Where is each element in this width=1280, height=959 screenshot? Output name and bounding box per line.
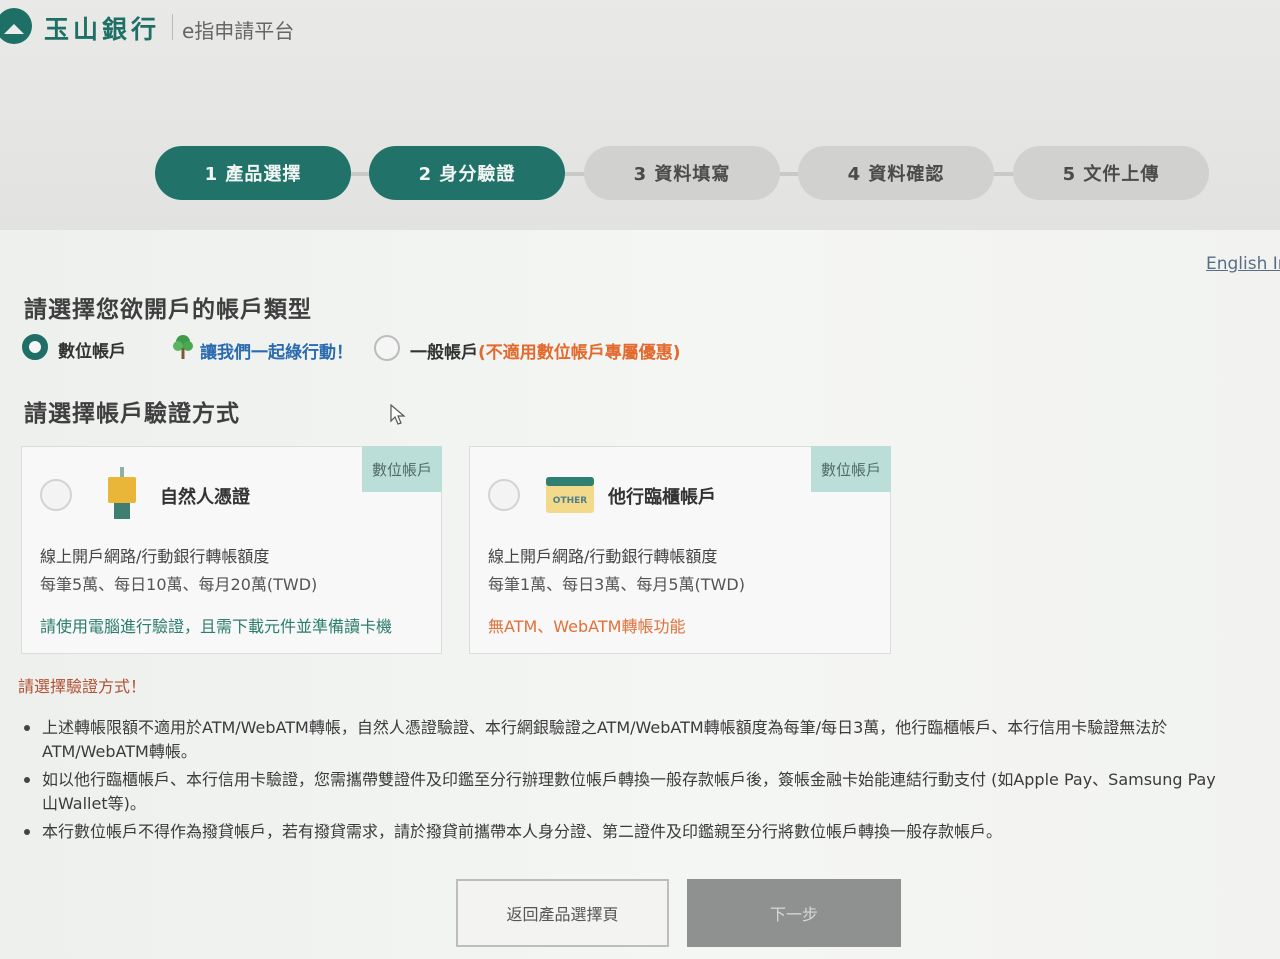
notes-list: 上述轉帳限額不適用於ATM/WebATM轉帳，自然人憑證驗證、本行網銀驗證之AT…	[20, 716, 1280, 848]
platform-title: e指申請平台	[182, 19, 295, 43]
back-to-products-button[interactable]: 返回產品選擇頁	[456, 879, 669, 947]
certificate-limit-amounts: 每筆5萬、每日10萬、每月20萬(TWD)	[40, 575, 318, 594]
step-5-upload: 5 文件上傳	[1013, 146, 1209, 200]
digital-account-radio[interactable]	[22, 334, 48, 360]
account-type-options: 數位帳戶 讓我們一起綠行動！ 一般帳戶(不適用數位帳戶專屬優惠)	[22, 334, 782, 364]
certificate-title: 自然人憑證	[160, 487, 250, 508]
green-slogan: 讓我們一起綠行動！	[200, 343, 353, 363]
other-bank-title: 他行臨櫃帳戶	[608, 487, 716, 508]
next-step-button[interactable]: 下一步	[687, 879, 901, 947]
page-header: 玉山銀行 e指申請平台 1 產品選擇 2 身分驗證 3 資料填寫 4 資料確認 …	[0, 0, 1280, 230]
other-bank-radio[interactable]	[488, 479, 520, 511]
step-3-data-entry: 3 資料填寫	[584, 146, 780, 200]
other-bank-icon: OTHER	[546, 477, 594, 513]
general-account-note: (不適用數位帳戶專屬優惠)	[478, 343, 681, 363]
step-2-identity: 2 身分驗證	[369, 146, 565, 200]
card-other-bank-account[interactable]: 數位帳戶 OTHER 他行臨櫃帳戶 線上開戶網路/行動銀行轉帳額度 每筆1萬、每…	[469, 446, 891, 654]
general-account-radio[interactable]	[374, 335, 400, 361]
mouse-cursor-icon	[390, 404, 406, 425]
step-1-product: 1 產品選擇	[155, 146, 351, 200]
general-account-label[interactable]: 一般帳戶(不適用數位帳戶專屬優惠)	[410, 338, 681, 363]
certificate-radio[interactable]	[40, 479, 72, 511]
validation-warning: 請選擇驗證方式！	[18, 677, 147, 696]
card-natural-person-certificate[interactable]: 數位帳戶 自然人憑證 線上開戶網路/行動銀行轉帳額度 每筆5萬、每日10萬、每月…	[21, 446, 442, 654]
note-2-line-1: 如以他行臨櫃帳戶、本行信用卡驗證，您需攜帶雙證件及印鑑至分行辦理數位帳戶轉換一般…	[42, 770, 1216, 789]
certificate-requirement-note: 請使用電腦進行驗證，且需下載元件並準備讀卡機	[40, 617, 393, 636]
other-bank-restriction-note: 無ATM、WebATM轉帳功能	[488, 617, 686, 636]
account-type-title: 請選擇您欲開戶的帳戶類型	[24, 297, 312, 323]
brand-name: 玉山銀行	[44, 15, 161, 44]
note-2-line-2: 山Wallet等)。	[42, 794, 146, 813]
english-link[interactable]: English Ir	[1206, 254, 1280, 274]
certificate-limit-heading: 線上開戶網路/行動銀行轉帳額度	[40, 547, 270, 566]
tree-icon	[173, 335, 193, 359]
esun-logo-icon	[0, 8, 32, 44]
note-item: 本行數位帳戶不得作為撥貸帳戶，若有撥貸需求，請於撥貸前攜帶本人身分證、第二證件及…	[20, 820, 1280, 844]
note-item: 如以他行臨櫃帳戶、本行信用卡驗證，您需攜帶雙證件及印鑑至分行辦理數位帳戶轉換一般…	[20, 768, 1280, 816]
step-4-confirm: 4 資料確認	[798, 146, 994, 200]
note-1-line-1: 上述轉帳限額不適用於ATM/WebATM轉帳，自然人憑證驗證、本行網銀驗證之AT…	[42, 718, 1168, 737]
brand-divider	[172, 14, 173, 40]
certificate-icon	[108, 467, 136, 519]
other-icon-text: OTHER	[553, 496, 587, 506]
digital-account-label[interactable]: 數位帳戶	[58, 337, 126, 362]
note-3-line-1: 本行數位帳戶不得作為撥貸帳戶，若有撥貸需求，請於撥貸前攜帶本人身分證、第二證件及…	[42, 822, 1003, 841]
other-bank-limit-heading: 線上開戶網路/行動銀行轉帳額度	[488, 547, 718, 566]
other-bank-limit-amounts: 每筆1萬、每日3萬、每月5萬(TWD)	[488, 575, 745, 594]
note-item: 上述轉帳限額不適用於ATM/WebATM轉帳，自然人憑證驗證、本行網銀驗證之AT…	[20, 716, 1280, 764]
general-account-text: 一般帳戶	[410, 343, 478, 363]
note-1-line-2: ATM/WebATM轉帳。	[42, 742, 197, 761]
digital-account-tag: 數位帳戶	[362, 446, 442, 492]
digital-account-tag: 數位帳戶	[811, 446, 891, 492]
verify-method-title: 請選擇帳戶驗證方式	[24, 401, 240, 427]
progress-stepper: 1 產品選擇 2 身分驗證 3 資料填寫 4 資料確認 5 文件上傳	[155, 146, 1210, 202]
